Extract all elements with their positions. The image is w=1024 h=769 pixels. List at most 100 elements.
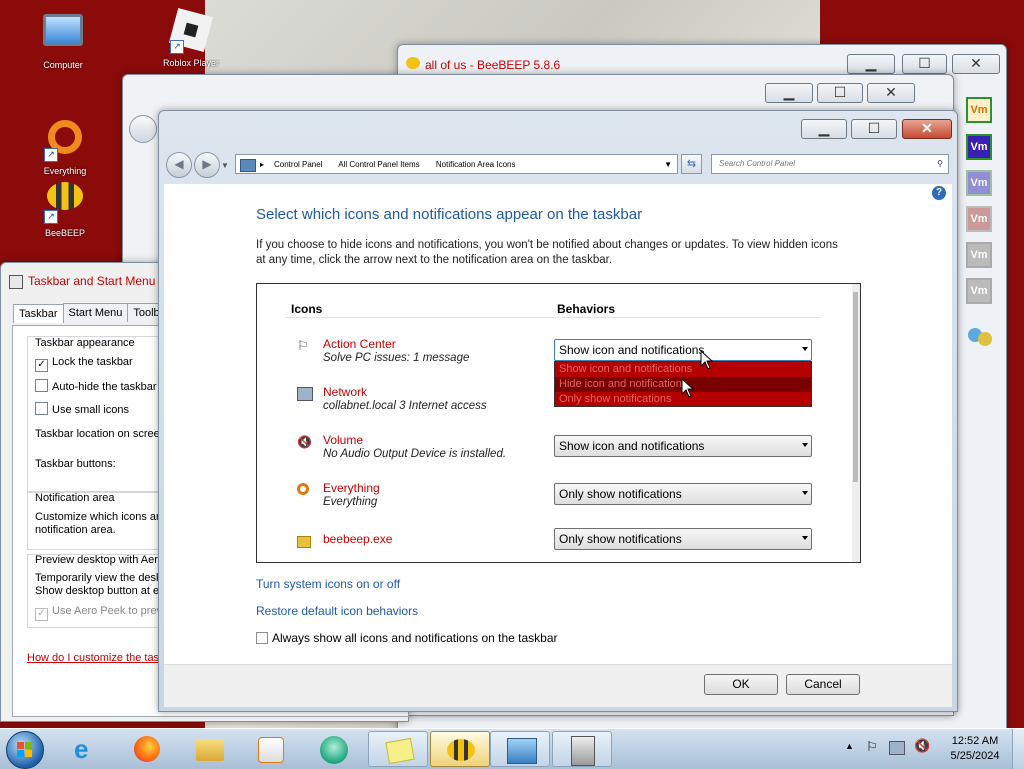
action-center-tray-icon[interactable]: ⚐ [866, 739, 878, 755]
icons-behaviors-list[interactable]: Icons Behaviors ⚐ Action Center Solve PC… [256, 283, 861, 563]
back-button[interactable] [129, 115, 157, 143]
vm-icon[interactable]: Vm [966, 278, 992, 304]
aero-peek-checkbox[interactable]: ✓ [35, 608, 48, 621]
behavior-select-everything[interactable]: Only show notifications [554, 483, 812, 505]
vm-icon[interactable]: Vm [966, 134, 992, 160]
shortcut-arrow-icon: ↗ [44, 210, 58, 224]
close-button[interactable]: ✕ [867, 83, 915, 103]
address-dropdown-icon[interactable]: ▼ [664, 155, 672, 175]
maximize-icon: ☐ [867, 120, 881, 136]
help-icon[interactable]: ? [932, 186, 946, 200]
notes-icon [385, 737, 415, 765]
taskbar-ie-button[interactable]: e [58, 731, 118, 767]
back-button[interactable]: ◀ [166, 152, 192, 178]
show-hidden-icons-button[interactable]: ▲ [845, 741, 854, 751]
scrollbar-thumb[interactable] [853, 292, 858, 482]
minimize-button[interactable]: ▁ [847, 54, 895, 74]
help-link[interactable]: How do I customize the task [27, 652, 165, 664]
taskbar-buttons-label: Taskbar buttons: [35, 458, 116, 470]
behavior-select-beebeep[interactable]: Only show notifications [554, 528, 812, 550]
preview-text-2: Show desktop button at e [35, 585, 160, 597]
recent-pages-dropdown[interactable]: ▼ [221, 161, 229, 170]
start-button[interactable] [6, 731, 44, 769]
taskbar-beebeep-button[interactable] [430, 731, 490, 767]
minimize-button[interactable]: ▁ [801, 119, 847, 139]
minimize-button[interactable]: ▁ [765, 83, 813, 103]
address-bar[interactable]: ▸ Control Panel All Control Panel Items … [235, 154, 678, 174]
breadcrumb-arrow-icon: ▸ [260, 160, 265, 169]
cancel-button[interactable]: Cancel [786, 674, 860, 695]
volume-muted-icon: 🔇 [297, 435, 312, 449]
network-icon [297, 387, 313, 401]
tab-start-menu[interactable]: Start Menu [62, 303, 129, 322]
small-icons-checkbox[interactable] [35, 402, 48, 415]
group-label: Notification area [35, 492, 115, 504]
taskbar-media-button[interactable] [240, 731, 300, 767]
description-text: If you choose to hide icons and notifica… [256, 239, 838, 266]
breadcrumb-all-items[interactable]: All Control Panel Items [338, 160, 419, 169]
search-input[interactable]: Search Control Panel ⚲ [711, 154, 949, 174]
desktop-icon-beebeep[interactable]: ↗ BeeBEEP [30, 176, 100, 238]
restore-defaults-link[interactable]: Restore default icon behaviors [256, 604, 418, 618]
beebeep-app-icon [406, 57, 420, 69]
content-area: ? Select which icons and notifications a… [164, 184, 952, 676]
minimize-icon: ▁ [783, 84, 795, 100]
always-show-label: Always show all icons and notifications … [272, 631, 558, 645]
desktop-icon-roblox[interactable]: ↗ Roblox Player [156, 7, 226, 68]
vm-icon[interactable]: Vm [966, 170, 992, 196]
minimize-icon: ▁ [865, 55, 877, 71]
maximize-button[interactable]: ☐ [902, 54, 947, 74]
flag-icon: ⚐ [297, 338, 309, 353]
desktop-icon-computer[interactable]: Computer [28, 10, 98, 70]
control-panel-icon [240, 159, 256, 172]
list-scrollbar[interactable] [852, 284, 860, 562]
clock-time: 12:52 AM [951, 735, 999, 747]
behavior-select-action-center[interactable]: Show icon and notifications [554, 339, 812, 361]
always-show-checkbox[interactable] [256, 632, 268, 644]
everything-search-icon [297, 483, 309, 495]
volume-tray-icon[interactable]: 🔇 [914, 738, 930, 754]
ok-button[interactable]: OK [704, 674, 778, 695]
vm-icon[interactable]: Vm [966, 206, 992, 232]
behavior-select-volume[interactable]: Show icon and notifications [554, 435, 812, 457]
refresh-button[interactable]: ⇆ [681, 154, 702, 174]
show-desktop-button[interactable] [1012, 729, 1024, 769]
vm-icon[interactable]: Vm [966, 242, 992, 268]
folder-icon [196, 739, 224, 761]
taskbar-control-panel-button[interactable] [490, 731, 550, 767]
taskbar-location-label: Taskbar location on screen [35, 428, 166, 440]
maximize-button[interactable]: ☐ [817, 83, 863, 103]
breadcrumb-control-panel[interactable]: Control Panel [274, 160, 322, 169]
window-title: Taskbar and Start Menu P [28, 274, 167, 288]
maximize-icon: ☐ [833, 84, 847, 100]
system-clock[interactable]: 12:52 AM 5/25/2024 [945, 734, 1005, 764]
taskbar-app-button[interactable] [304, 731, 364, 767]
vm-icon[interactable]: Vm [966, 97, 992, 123]
users-icon[interactable] [966, 322, 994, 348]
notification-area-icons-window[interactable]: ▁ ☐ ✕ ◀ ▶ ▼ ▸ Control Panel All Control … [158, 110, 958, 712]
breadcrumb-notification-area-icons[interactable]: Notification Area Icons [436, 160, 516, 169]
turn-system-icons-link[interactable]: Turn system icons on or off [256, 577, 400, 591]
autohide-checkbox[interactable] [35, 379, 48, 392]
small-icons-label: Use small icons [52, 404, 130, 416]
desktop-icon-everything[interactable]: ↗ Everything [30, 120, 100, 176]
network-tray-icon[interactable] [889, 741, 905, 755]
taskbar-properties-button[interactable] [552, 731, 612, 767]
taskbar-explorer-button[interactable] [180, 731, 240, 767]
lock-taskbar-checkbox[interactable]: ✓ [35, 359, 48, 372]
taskbar-firefox-button[interactable] [118, 731, 178, 767]
chevron-down-icon [802, 347, 808, 351]
maximize-icon: ☐ [918, 55, 931, 71]
forward-button[interactable]: ▶ [194, 152, 220, 178]
tab-taskbar[interactable]: Taskbar [13, 304, 64, 323]
dropdown-option-show[interactable]: Show icon and notifications [555, 362, 811, 377]
clock-date: 5/25/2024 [950, 750, 1000, 762]
computer-icon [42, 14, 84, 56]
close-button[interactable]: ✕ [952, 54, 1000, 74]
maximize-button[interactable]: ☐ [851, 119, 897, 139]
taskbar-notes-button[interactable] [368, 731, 428, 767]
close-icon: ✕ [970, 55, 982, 71]
close-button[interactable]: ✕ [902, 119, 952, 139]
mouse-cursor-icon [700, 350, 714, 370]
shortcut-arrow-icon: ↗ [44, 148, 58, 162]
